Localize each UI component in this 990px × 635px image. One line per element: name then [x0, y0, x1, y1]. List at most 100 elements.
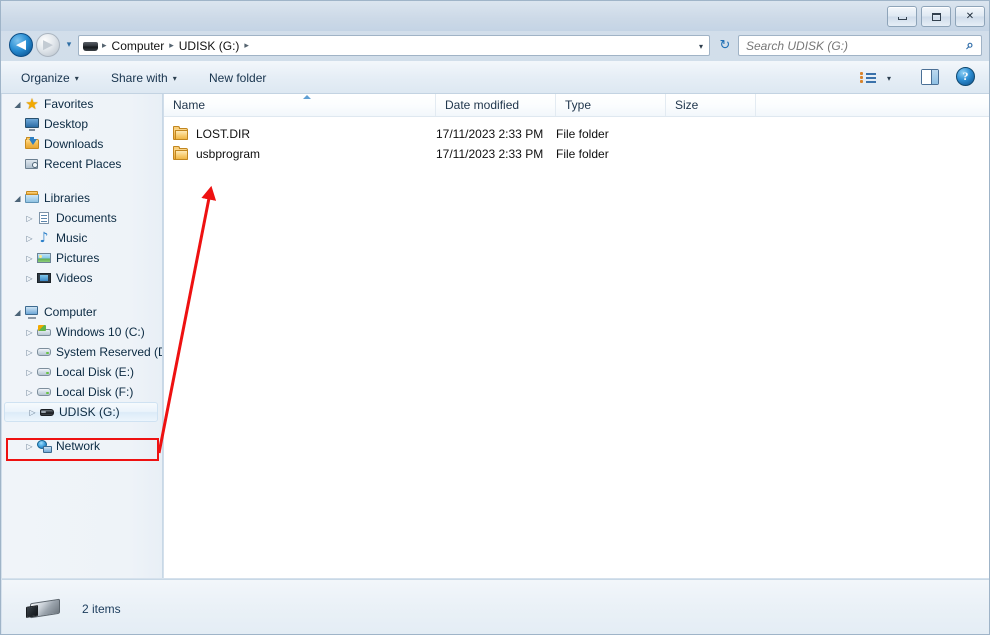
breadcrumb-separator[interactable]: ▸: [242, 41, 251, 51]
column-header-date-modified[interactable]: Date modified: [436, 94, 556, 116]
search-icon: ⌕: [966, 38, 974, 53]
address-dropdown-icon[interactable]: ▾: [699, 42, 703, 51]
address-bar[interactable]: ▸ Computer ▸ UDISK (G:) ▸ ▾: [78, 35, 710, 56]
sidebar-label-system-reserved-d: System Reserved (D:: [56, 345, 162, 359]
libraries-icon: [24, 190, 40, 206]
sidebar-group-computer[interactable]: ◢ Computer: [2, 302, 162, 322]
column-header-type[interactable]: Type: [556, 94, 666, 116]
sidebar-item-downloads[interactable]: Downloads: [2, 134, 162, 154]
organize-button[interactable]: Organize ▾: [15, 68, 85, 88]
sidebar-label-videos: Videos: [56, 271, 93, 285]
help-icon: ?: [962, 69, 969, 83]
sidebar-item-udisk-g[interactable]: ▷ UDISK (G:): [4, 402, 158, 422]
share-with-label: Share with: [111, 71, 168, 85]
sidebar-item-desktop[interactable]: Desktop: [2, 114, 162, 134]
list-view-icon: [859, 71, 876, 85]
sidebar-group-libraries[interactable]: ◢ Libraries: [2, 188, 162, 208]
sidebar-item-documents[interactable]: ▷ Documents: [2, 208, 162, 228]
breadcrumb-computer[interactable]: Computer: [109, 39, 168, 53]
hard-drive-icon: [36, 364, 52, 380]
sidebar-label-recent-places: Recent Places: [44, 157, 122, 171]
command-toolbar: Organize ▾ Share with ▾ New folder ▾ ?: [1, 61, 989, 94]
close-button[interactable]: ✕: [955, 6, 985, 27]
minimize-icon: [897, 17, 907, 20]
sidebar-item-local-disk-f[interactable]: ▷ Local Disk (F:): [2, 382, 162, 402]
sidebar-item-system-reserved-d[interactable]: ▷ System Reserved (D:: [2, 342, 162, 362]
organize-label: Organize: [21, 71, 70, 85]
expander-closed-icon[interactable]: ▷: [24, 327, 35, 338]
sidebar-item-music[interactable]: ▷ ♪ Music: [2, 228, 162, 248]
file-type-cell: File folder: [556, 127, 609, 141]
share-with-button[interactable]: Share with ▾: [105, 68, 183, 88]
picture-icon: [36, 250, 52, 266]
folder-icon: [173, 146, 189, 161]
sidebar-item-pictures[interactable]: ▷ Pictures: [2, 248, 162, 268]
expander-closed-icon[interactable]: ▷: [27, 407, 38, 418]
sidebar-label-desktop: Desktop: [44, 117, 89, 131]
sidebar-label-windows-c: Windows 10 (C:): [56, 325, 145, 339]
sidebar-item-windows-c[interactable]: ▷ Windows 10 (C:): [2, 322, 162, 342]
breadcrumb-separator[interactable]: ▸: [100, 41, 109, 51]
file-name-cell[interactable]: LOST.DIR: [173, 126, 250, 141]
sidebar-label-pictures: Pictures: [56, 251, 100, 265]
chevron-down-icon: ▾: [74, 73, 79, 83]
sidebar-label-downloads: Downloads: [44, 137, 104, 151]
usb-drive-icon: [26, 597, 64, 621]
recent-pages-dropdown[interactable]: ▾: [63, 41, 75, 51]
sort-ascending-icon: [303, 95, 311, 99]
column-header-blank[interactable]: [756, 94, 989, 116]
expander-closed-icon[interactable]: ▷: [24, 387, 35, 398]
file-list-pane[interactable]: Name Date modified Type Size LOST.DIR 17…: [164, 94, 989, 578]
sidebar-label-libraries: Libraries: [44, 191, 91, 205]
refresh-button[interactable]: ↻: [714, 35, 736, 56]
search-box[interactable]: Search UDISK (G:) ⌕: [738, 35, 982, 56]
windows-drive-icon: [36, 324, 52, 340]
expander-open-icon[interactable]: ◢: [12, 307, 23, 318]
search-input[interactable]: Search UDISK (G:): [739, 39, 959, 53]
music-note-icon: ♪: [39, 230, 49, 246]
column-header-name[interactable]: Name: [164, 94, 436, 116]
expander-closed-icon[interactable]: ▷: [24, 253, 35, 264]
breadcrumb-udisk[interactable]: UDISK (G:): [176, 39, 243, 53]
expander-closed-icon[interactable]: ▷: [24, 213, 35, 224]
file-date-cell: 17/11/2023 2:33 PM: [436, 127, 544, 141]
column-label-type: Type: [565, 98, 592, 112]
forward-button[interactable]: ▶: [36, 33, 60, 57]
new-folder-button[interactable]: New folder: [203, 68, 272, 88]
sidebar-item-local-disk-e[interactable]: ▷ Local Disk (E:): [2, 362, 162, 382]
table-row[interactable]: LOST.DIR 17/11/2023 2:33 PM File folder: [164, 124, 989, 144]
expander-open-icon[interactable]: ◢: [12, 193, 23, 204]
maximize-button[interactable]: [921, 6, 951, 27]
file-type-cell: File folder: [556, 147, 609, 161]
preview-pane-icon: [922, 70, 931, 84]
explorer-window: ✕ ◀ ▶ ▾ ▸ Computer ▸ UDISK (G:) ▸ ▾ ↻ Se…: [0, 0, 990, 635]
navigation-pane[interactable]: ◢ ★ Favorites Desktop Downloads Recent P…: [2, 94, 163, 578]
sidebar-item-videos[interactable]: ▷ Videos: [2, 268, 162, 288]
preview-pane-button[interactable]: [921, 69, 939, 85]
title-bar: ✕: [1, 1, 989, 31]
refresh-icon: ↻: [719, 38, 731, 53]
help-button[interactable]: ?: [956, 67, 975, 86]
hard-drive-icon: [36, 384, 52, 400]
close-icon: ✕: [965, 10, 975, 22]
expander-closed-icon[interactable]: ▷: [24, 273, 35, 284]
table-row[interactable]: usbprogram 17/11/2023 2:33 PM File folde…: [164, 144, 989, 164]
expander-closed-icon[interactable]: ▷: [24, 347, 35, 358]
column-header-row: Name Date modified Type Size: [164, 94, 989, 117]
column-header-size[interactable]: Size: [666, 94, 756, 116]
file-name-cell[interactable]: usbprogram: [173, 146, 260, 161]
minimize-button[interactable]: [887, 6, 917, 27]
expander-open-icon[interactable]: ◢: [12, 99, 23, 110]
expander-closed-icon[interactable]: ▷: [24, 233, 35, 244]
expander-closed-icon[interactable]: ▷: [24, 367, 35, 378]
window-controls: ✕: [887, 6, 985, 27]
chevron-down-icon: ▾: [172, 73, 177, 83]
sidebar-group-favorites[interactable]: ◢ ★ Favorites: [2, 94, 162, 114]
column-label-name: Name: [173, 98, 206, 112]
view-options-button[interactable]: ▾: [859, 68, 891, 88]
sidebar-item-recent-places[interactable]: Recent Places: [2, 154, 162, 174]
back-button[interactable]: ◀: [9, 33, 33, 57]
star-icon: ★: [25, 95, 39, 113]
breadcrumb-separator[interactable]: ▸: [167, 41, 176, 51]
